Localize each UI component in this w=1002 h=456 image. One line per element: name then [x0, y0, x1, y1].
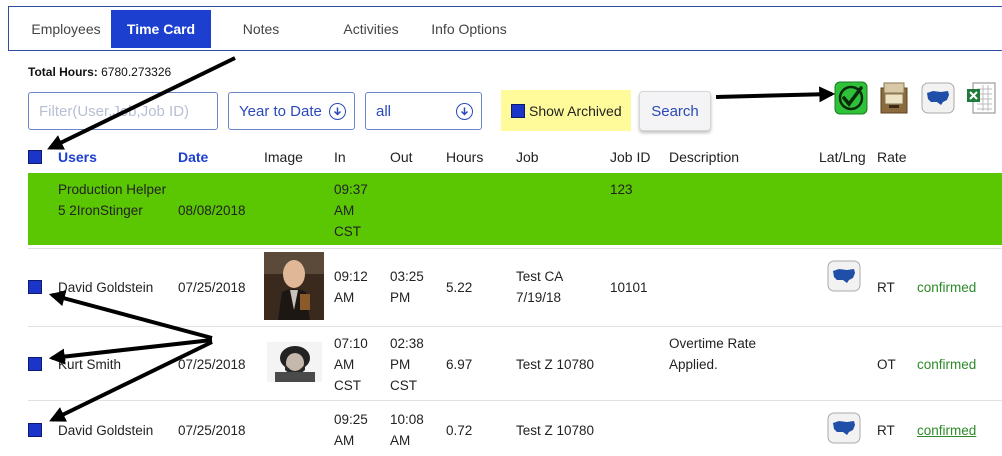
- total-hours-value: 6780.273326: [101, 65, 172, 79]
- arrow-to-row-1-checkbox: [48, 290, 213, 340]
- row-3-user: David Goldstein: [58, 423, 154, 438]
- column-header-image: Image: [264, 149, 303, 165]
- row-1-status: confirmed: [917, 280, 977, 295]
- row-1-photo: [264, 252, 324, 320]
- row-2-hours: 6.97: [446, 357, 473, 372]
- us-map-icon[interactable]: [827, 260, 861, 292]
- row-3-job: Test Z 10780: [516, 423, 595, 438]
- row-2-in: 07:10 AM CST: [334, 336, 368, 393]
- green-check-icon[interactable]: [834, 80, 868, 116]
- row-1-out: 03:25 PM: [390, 269, 424, 305]
- row-2-checkbox[interactable]: [28, 357, 42, 371]
- arrow-to-green-check: [715, 86, 836, 103]
- column-header-date[interactable]: Date: [178, 149, 208, 165]
- show-archived-label: Show Archived: [529, 102, 622, 119]
- filter-input[interactable]: [28, 92, 218, 130]
- search-button[interactable]: Search: [639, 91, 711, 131]
- row-1-user: David Goldstein: [58, 280, 154, 295]
- row-1-job-id: 10101: [610, 280, 648, 295]
- row-1-rate: RT: [877, 280, 895, 295]
- column-header-description: Description: [669, 149, 740, 165]
- scope-select-value: all: [376, 102, 392, 120]
- row-2-user: Kurt Smith: [58, 357, 122, 372]
- row-3-in: 09:25 AM: [334, 412, 368, 448]
- row-0-in: 09:37 AM CST: [334, 182, 368, 239]
- row-1-date: 07/25/2018: [178, 280, 246, 295]
- column-header-out: Out: [390, 149, 413, 165]
- row-1-in: 09:12 AM: [334, 269, 368, 305]
- column-header-rate: Rate: [877, 149, 907, 165]
- row-0-user: Production Helper 5 2IronStinger: [58, 182, 167, 218]
- row-0-job-id: 123: [610, 182, 633, 197]
- period-select-value: Year to Date: [239, 102, 322, 120]
- select-all-checkbox[interactable]: [28, 150, 42, 164]
- column-header-hours: Hours: [446, 149, 484, 165]
- row-2-out: 02:38 PM CST: [390, 336, 424, 393]
- row-2-description: Overtime Rate Applied.: [669, 336, 757, 372]
- excel-sheet-icon[interactable]: [965, 80, 999, 116]
- row-2-date: 07/25/2018: [178, 357, 246, 372]
- us-map-icon[interactable]: [921, 80, 955, 116]
- row-divider: [28, 326, 1002, 327]
- row-2-job: Test Z 10780: [516, 357, 595, 372]
- tab-time-card[interactable]: Time Card: [111, 10, 211, 48]
- row-3-rate: RT: [877, 423, 895, 438]
- tab-bar: Employees Time Card Notes Activities Inf…: [8, 6, 1002, 51]
- row-2-photo: [267, 342, 322, 382]
- row-3-hours: 0.72: [446, 423, 473, 438]
- column-header-job: Job: [516, 149, 539, 165]
- chevron-down-icon: [456, 103, 473, 120]
- show-archived-checkbox[interactable]: [511, 103, 525, 118]
- row-divider: [28, 248, 1002, 249]
- tab-employees[interactable]: Employees: [18, 10, 114, 48]
- show-archived-toggle[interactable]: Show Archived: [501, 90, 631, 131]
- scope-select[interactable]: all: [365, 92, 482, 130]
- row-3-status[interactable]: confirmed: [917, 420, 976, 441]
- row-0-date: 08/08/2018: [178, 203, 246, 218]
- column-header-job-id: Job ID: [610, 149, 651, 165]
- tab-info-options[interactable]: Info Options: [413, 10, 525, 48]
- total-hours-label: Total Hours:: [28, 65, 98, 79]
- chevron-down-icon: [329, 103, 346, 120]
- row-3-out: 10:08 AM: [390, 412, 424, 448]
- row-divider: [28, 400, 1002, 401]
- tab-activities[interactable]: Activities: [323, 10, 419, 48]
- row-1-checkbox[interactable]: [28, 280, 42, 294]
- row-2-rate: OT: [877, 357, 896, 372]
- period-select[interactable]: Year to Date: [228, 92, 355, 130]
- column-header-in: In: [334, 149, 346, 165]
- tab-notes[interactable]: Notes: [223, 10, 299, 48]
- us-map-icon[interactable]: [827, 412, 861, 444]
- row-1-hours: 5.22: [446, 280, 473, 295]
- column-header-users[interactable]: Users: [58, 149, 97, 165]
- row-3-date: 07/25/2018: [178, 423, 246, 438]
- total-hours: Total Hours: 6780.273326: [28, 65, 171, 79]
- row-2-status: confirmed: [917, 357, 977, 372]
- row-3-checkbox[interactable]: [28, 423, 42, 437]
- file-box-icon[interactable]: [877, 80, 911, 116]
- row-1-job: Test CA 7/19/18: [516, 269, 563, 305]
- table-row-highlighted[interactable]: [28, 173, 1002, 245]
- column-header-lat-lng: Lat/Lng: [819, 149, 866, 165]
